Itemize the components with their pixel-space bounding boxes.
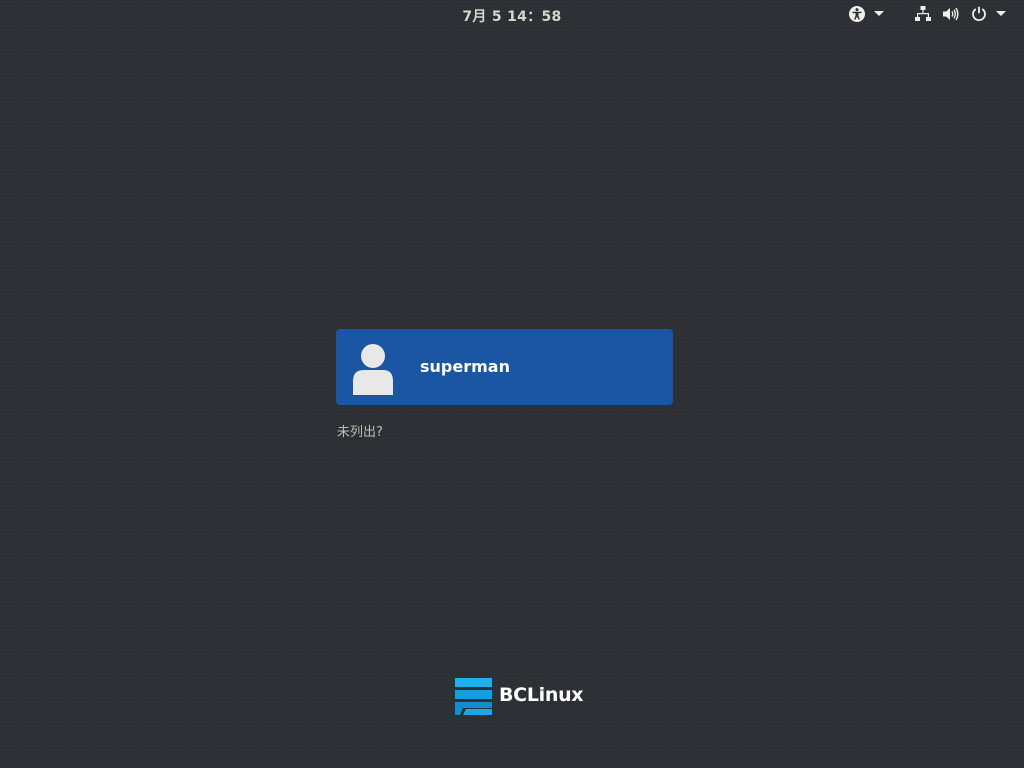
system-menu[interactable] bbox=[914, 5, 1006, 23]
user-avatar-icon[interactable] bbox=[352, 343, 396, 395]
chevron-down-icon bbox=[874, 11, 884, 17]
chevron-down-icon bbox=[996, 11, 1006, 17]
logo-text: BCLinux bbox=[499, 684, 584, 706]
power-icon bbox=[970, 5, 988, 23]
accessibility-menu[interactable] bbox=[848, 5, 884, 23]
volume-icon bbox=[942, 5, 960, 23]
top-bar: 7月 5 14：58 bbox=[0, 0, 1024, 28]
network-wired-icon bbox=[914, 5, 932, 23]
accessibility-icon bbox=[848, 5, 866, 23]
user-name[interactable]: superman bbox=[420, 357, 510, 376]
login-screen: 7月 5 14：58 superman 未列出? BCLinux bbox=[0, 0, 1024, 768]
not-listed-link[interactable]: 未列出? bbox=[337, 421, 383, 440]
